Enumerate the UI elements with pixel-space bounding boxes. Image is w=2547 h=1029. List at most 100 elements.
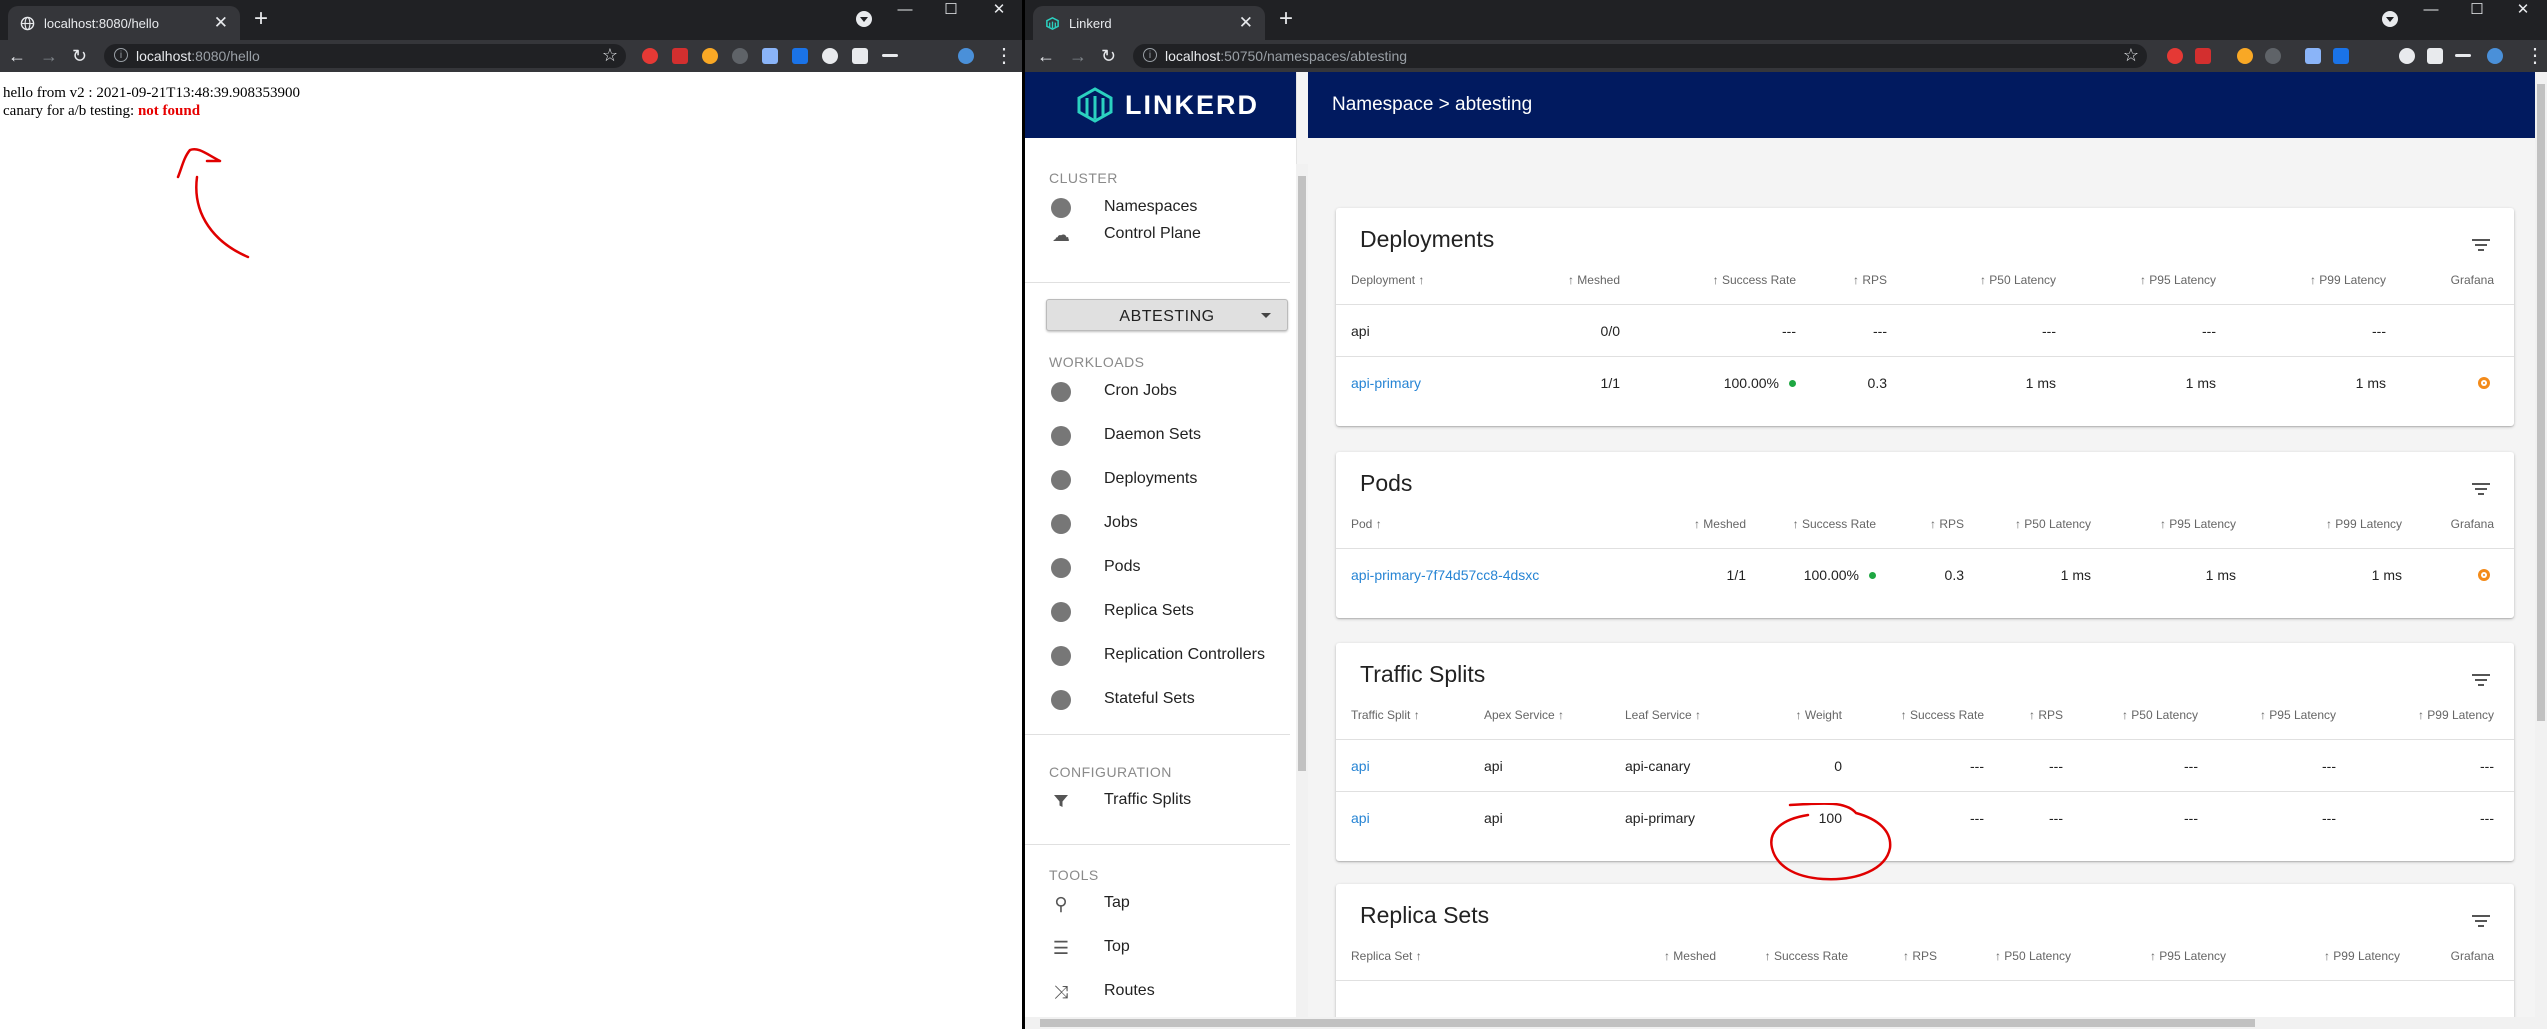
column-header-p50[interactable]: ↑ P50 Latency: [2015, 500, 2091, 548]
chrome-menu-icon[interactable]: ⋮: [2525, 44, 2545, 68]
column-header-p95[interactable]: ↑ P95 Latency: [2140, 256, 2216, 304]
filter-icon[interactable]: [2472, 674, 2490, 686]
deployment-link[interactable]: api-primary: [1351, 357, 1421, 409]
horizontal-scrollbar[interactable]: [1025, 1017, 2547, 1029]
traffic-split-link[interactable]: api: [1351, 740, 1370, 792]
column-header-rps[interactable]: ↑ RPS: [1930, 500, 1964, 548]
sidebar-scroll-thumb[interactable]: [1298, 176, 1306, 771]
column-header-p99[interactable]: ↑ P99 Latency: [2418, 691, 2494, 739]
grafana-icon[interactable]: [2478, 377, 2490, 389]
tab-search-icon[interactable]: [2382, 11, 2398, 27]
bookmark-star-icon[interactable]: ☆: [2123, 45, 2139, 66]
sidebar-item-daemon-sets[interactable]: Daemon Sets: [1025, 415, 1290, 455]
info-icon[interactable]: i: [114, 48, 128, 62]
forward-icon[interactable]: →: [1069, 44, 1087, 68]
filter-icon[interactable]: [2472, 483, 2490, 495]
sidebar-item-cron-jobs[interactable]: Cron Jobs: [1025, 371, 1290, 411]
extension-red-icon[interactable]: [642, 48, 658, 64]
close-window-icon[interactable]: ✕: [2500, 0, 2546, 20]
minimize-icon[interactable]: —: [882, 0, 928, 20]
extension-gear-icon[interactable]: [2399, 48, 2415, 64]
sidebar-item-routes[interactable]: ⤨ Routes: [1025, 971, 1290, 1011]
column-header-replica-set[interactable]: Replica Set ↑: [1351, 932, 1422, 980]
reload-icon[interactable]: ↻: [72, 44, 87, 68]
sidebar-item-tap[interactable]: ⚲ Tap: [1025, 883, 1290, 923]
tab-search-icon[interactable]: [856, 11, 872, 27]
reading-list-icon[interactable]: [2455, 54, 2471, 57]
sidebar-item-control-plane[interactable]: ☁ Control Plane: [1025, 214, 1290, 254]
maximize-icon[interactable]: ☐: [928, 0, 974, 20]
address-bar[interactable]: i localhost:8080/hello ☆: [104, 44, 626, 68]
browser-tab-linkerd[interactable]: Linkerd ✕: [1033, 6, 1265, 40]
column-header-meshed[interactable]: ↑ Meshed: [1664, 932, 1716, 980]
column-header-p95[interactable]: ↑ P95 Latency: [2260, 691, 2336, 739]
extension-cookie-icon[interactable]: [2237, 48, 2253, 64]
new-tab-icon[interactable]: +: [1279, 5, 1293, 33]
column-header-rps[interactable]: ↑ RPS: [1853, 256, 1887, 304]
close-tab-icon[interactable]: ✕: [1239, 13, 1253, 33]
info-icon[interactable]: i: [1143, 48, 1157, 62]
sidebar-item-jobs[interactable]: Jobs: [1025, 503, 1290, 543]
column-header-apex-service[interactable]: Apex Service ↑: [1484, 691, 1564, 739]
column-header-success-rate[interactable]: ↑ Success Rate: [1793, 500, 1876, 548]
sidebar-item-stateful-sets[interactable]: Stateful Sets: [1025, 679, 1290, 719]
extensions-puzzle-icon[interactable]: [852, 48, 868, 64]
new-tab-icon[interactable]: +: [254, 5, 268, 33]
column-header-meshed[interactable]: ↑ Meshed: [1568, 256, 1620, 304]
minimize-icon[interactable]: —: [2408, 0, 2454, 20]
reading-list-icon[interactable]: [882, 54, 898, 57]
column-header-deployment[interactable]: Deployment ↑: [1351, 256, 1424, 304]
column-header-success-rate[interactable]: ↑ Success Rate: [1713, 256, 1796, 304]
extension-video-icon[interactable]: [2195, 48, 2211, 64]
column-header-rps[interactable]: ↑ RPS: [1903, 932, 1937, 980]
column-header-pod[interactable]: Pod ↑: [1351, 500, 1382, 548]
browser-tab-hello[interactable]: localhost:8080/hello ✕: [8, 6, 240, 40]
column-header-success-rate[interactable]: ↑ Success Rate: [1765, 932, 1848, 980]
extension-cookie-icon[interactable]: [702, 48, 718, 64]
bookmark-star-icon[interactable]: ☆: [602, 45, 618, 66]
chrome-menu-icon[interactable]: ⋮: [994, 44, 1014, 68]
extension-video-icon[interactable]: [672, 48, 688, 64]
column-header-weight[interactable]: ↑ Weight: [1796, 691, 1842, 739]
extension-timer-icon[interactable]: [2265, 48, 2281, 64]
sidebar-item-replica-sets[interactable]: Replica Sets: [1025, 591, 1290, 631]
extension-translate-icon[interactable]: [2333, 48, 2349, 64]
column-header-p50[interactable]: ↑ P50 Latency: [2122, 691, 2198, 739]
profile-avatar-icon[interactable]: [2487, 48, 2503, 64]
column-header-p50[interactable]: ↑ P50 Latency: [1980, 256, 2056, 304]
namespace-select[interactable]: ABTESTING: [1046, 299, 1288, 331]
forward-icon[interactable]: →: [40, 44, 58, 68]
page-scrollbar[interactable]: [2535, 72, 2547, 1017]
back-icon[interactable]: ←: [8, 44, 26, 68]
sidebar-item-top[interactable]: ☰ Top: [1025, 927, 1290, 967]
column-header-p95[interactable]: ↑ P95 Latency: [2150, 932, 2226, 980]
back-icon[interactable]: ←: [1037, 44, 1055, 68]
column-header-rps[interactable]: ↑ RPS: [2029, 691, 2063, 739]
sidebar-item-traffic-splits[interactable]: Traffic Splits: [1025, 780, 1290, 820]
column-header-p99[interactable]: ↑ P99 Latency: [2326, 500, 2402, 548]
column-header-p99[interactable]: ↑ P99 Latency: [2324, 932, 2400, 980]
grafana-link[interactable]: [2478, 357, 2490, 409]
brand-name[interactable]: LINKERD: [1125, 90, 1259, 121]
sidebar-scrollbar[interactable]: [1296, 164, 1308, 1029]
extension-red-icon[interactable]: [2167, 48, 2183, 64]
sidebar-item-pods[interactable]: Pods: [1025, 547, 1290, 587]
sidebar-item-replication-controllers[interactable]: Replication Controllers: [1025, 635, 1290, 675]
close-tab-icon[interactable]: ✕: [214, 13, 228, 33]
close-window-icon[interactable]: ✕: [976, 0, 1022, 20]
grafana-icon[interactable]: [2478, 569, 2490, 581]
grafana-link[interactable]: [2478, 549, 2490, 601]
extension-gear-icon[interactable]: [822, 48, 838, 64]
column-header-leaf-service[interactable]: Leaf Service ↑: [1625, 691, 1701, 739]
column-header-p99[interactable]: ↑ P99 Latency: [2310, 256, 2386, 304]
maximize-icon[interactable]: ☐: [2454, 0, 2500, 20]
column-header-p95[interactable]: ↑ P95 Latency: [2160, 500, 2236, 548]
filter-icon[interactable]: [2472, 239, 2490, 251]
reload-icon[interactable]: ↻: [1101, 44, 1116, 68]
address-bar[interactable]: i localhost:50750/namespaces/abtesting ☆: [1133, 44, 2147, 68]
column-header-traffic-split[interactable]: Traffic Split ↑: [1351, 691, 1420, 739]
column-header-meshed[interactable]: ↑ Meshed: [1694, 500, 1746, 548]
extensions-puzzle-icon[interactable]: [2427, 48, 2443, 64]
extension-docs-icon[interactable]: [2305, 48, 2321, 64]
column-header-success-rate[interactable]: ↑ Success Rate: [1901, 691, 1984, 739]
